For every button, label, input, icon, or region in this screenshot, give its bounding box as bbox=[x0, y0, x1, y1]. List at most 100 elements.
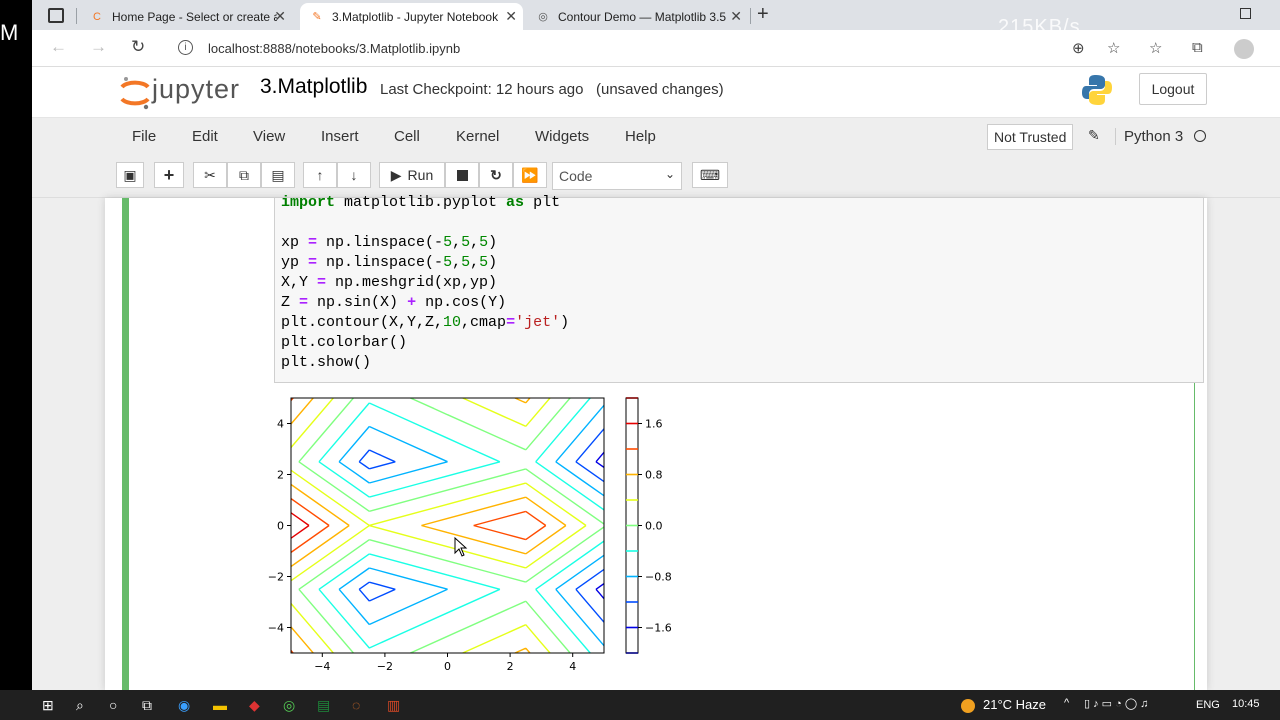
search-icon[interactable]: ⌕ bbox=[76, 697, 84, 714]
checkpoint-time: 12 hours ago bbox=[495, 81, 584, 98]
tab-contour-demo[interactable]: ◎ Contour Demo — Matplotlib 3.5 ✕ bbox=[526, 3, 748, 30]
play-icon: ▶ bbox=[390, 166, 402, 183]
app-icon[interactable]: ◆ bbox=[249, 697, 260, 714]
checkpoint-label: Last Checkpoint: bbox=[380, 81, 492, 98]
address-bar[interactable]: i localhost:8888/notebooks/3.Matplotlib.… bbox=[168, 34, 1108, 62]
menu-bar: File Edit View Insert Cell Kernel Widget… bbox=[32, 117, 1280, 156]
code-text[interactable]: import matplotlib.pyplot as plt xp = np.… bbox=[281, 193, 569, 373]
logout-button[interactable]: Logout bbox=[1139, 73, 1207, 105]
command-palette-button[interactable]: ⌨ bbox=[692, 162, 728, 188]
url-text[interactable]: localhost:8888/notebooks/3.Matplotlib.ip… bbox=[208, 41, 460, 56]
forward-icon[interactable]: → bbox=[90, 37, 107, 57]
colorbar-tick-label: −0.8 bbox=[645, 571, 672, 584]
colorbar-tick-label: 1.6 bbox=[645, 418, 663, 431]
menu-view[interactable]: View bbox=[253, 128, 285, 145]
restart-button[interactable]: ↻ bbox=[479, 162, 513, 188]
jupyter-logo-text[interactable]: jupyter bbox=[152, 74, 240, 105]
tray-chevron-icon[interactable]: ^ bbox=[1064, 697, 1069, 709]
excel-icon[interactable]: ▤ bbox=[317, 697, 330, 714]
colorbar-tick-label: 0.0 bbox=[645, 520, 663, 533]
menu-file[interactable]: File bbox=[132, 128, 156, 145]
weather-widget[interactable]: 21°C Haze bbox=[961, 697, 1046, 713]
collections-icon[interactable]: ⧉ bbox=[1192, 39, 1203, 56]
close-tab-icon[interactable]: ✕ bbox=[730, 8, 742, 25]
code-line: import matplotlib.pyplot as plt bbox=[281, 194, 561, 211]
contour-level bbox=[338, 404, 604, 647]
run-button[interactable]: ▶ Run bbox=[379, 162, 445, 188]
save-icon: ▣ bbox=[123, 166, 137, 183]
read-aloud-icon[interactable]: ☆ bbox=[1107, 39, 1120, 57]
cell-type-value: Code bbox=[559, 168, 593, 184]
favorites-icon[interactable]: ☆ bbox=[1149, 39, 1162, 57]
close-tab-icon[interactable]: ✕ bbox=[505, 8, 517, 25]
zoom-icon[interactable]: ⊕ bbox=[1072, 39, 1085, 57]
tab-jupyter-notebook[interactable]: ✎ 3.Matplotlib - Jupyter Notebook ✕ bbox=[300, 3, 523, 30]
left-edge-glyph: M bbox=[0, 20, 19, 45]
paste-button[interactable]: ▤ bbox=[261, 162, 295, 188]
file-explorer-icon[interactable]: ▬ bbox=[213, 697, 227, 713]
contour-plot: −4 −2 0 2 4 −4 −2 0 2 4 −1.6 −0.8 0.0 0.8 1.6 bbox=[268, 397, 672, 670]
x-tick-label: −4 bbox=[314, 660, 330, 670]
edge-icon[interactable]: ◉ bbox=[178, 697, 190, 714]
jupyter-taskbar-icon[interactable]: ◌ bbox=[352, 697, 360, 713]
python-logo-icon bbox=[1082, 75, 1112, 105]
restart-run-all-button[interactable]: ⏩ bbox=[513, 162, 547, 188]
new-tab-icon[interactable]: + bbox=[757, 3, 769, 26]
chevron-down-icon: ⌄ bbox=[664, 167, 675, 181]
fast-forward-icon: ⏩ bbox=[521, 166, 539, 183]
cortana-icon[interactable]: ○ bbox=[109, 697, 117, 713]
insert-cell-button[interactable]: + bbox=[154, 162, 184, 188]
tab-home-page[interactable]: C Home Page - Select or create a n ✕ bbox=[80, 3, 292, 30]
interrupt-button[interactable] bbox=[445, 162, 479, 188]
back-icon[interactable]: ← bbox=[50, 37, 67, 57]
restart-icon: ↻ bbox=[490, 166, 502, 183]
menu-kernel[interactable]: Kernel bbox=[456, 128, 499, 145]
not-trusted-button[interactable]: Not Trusted bbox=[987, 124, 1074, 150]
powerpoint-icon[interactable]: ▥ bbox=[387, 697, 400, 714]
window-restore-icon[interactable] bbox=[1240, 8, 1251, 19]
y-tick-label: 2 bbox=[277, 469, 284, 482]
tray-icons[interactable]: ▯ ♪ ▭ ◔ ◯ ♫ bbox=[1084, 697, 1148, 710]
x-tick-label: 2 bbox=[507, 660, 514, 670]
site-info-icon[interactable]: i bbox=[178, 40, 193, 55]
menu-insert[interactable]: Insert bbox=[321, 128, 359, 145]
menu-help[interactable]: Help bbox=[625, 128, 656, 145]
menu-widgets[interactable]: Widgets bbox=[535, 128, 589, 145]
code-line: Z = np.sin(X) + np.cos(Y) bbox=[281, 294, 507, 311]
kernel-status-icon bbox=[1194, 130, 1206, 142]
run-label: Run bbox=[407, 167, 434, 183]
jupyter-header: jupyter 3.Matplotlib Last Checkpoint: 12… bbox=[32, 67, 1280, 117]
chrome-icon[interactable]: ◎ bbox=[283, 697, 295, 714]
language-indicator[interactable]: ENG bbox=[1196, 699, 1220, 711]
arrow-up-icon: ↑ bbox=[316, 167, 324, 183]
notebook-toolbar: ▣ + ✂ ⧉ ▤ ↑ ↓ ▶ Run ↻ ⏩ Code ⌄ ⌨ bbox=[32, 155, 1280, 198]
clock[interactable]: 10:45 bbox=[1232, 698, 1260, 710]
kernel-name: Python 3 bbox=[1115, 128, 1183, 145]
save-button[interactable]: ▣ bbox=[116, 162, 144, 188]
reload-icon[interactable]: ↻ bbox=[131, 37, 145, 57]
scissors-icon: ✂ bbox=[204, 166, 216, 183]
code-line: yp = np.linspace(-5,5,5) bbox=[281, 254, 498, 271]
contour-lines bbox=[291, 398, 604, 653]
cut-button[interactable]: ✂ bbox=[193, 162, 227, 188]
tab-actions-icon[interactable] bbox=[48, 8, 64, 23]
windows-start-icon[interactable]: ⊞ bbox=[42, 697, 54, 714]
notebook-name[interactable]: 3.Matplotlib bbox=[260, 75, 367, 99]
copy-button[interactable]: ⧉ bbox=[227, 162, 261, 188]
contour-level bbox=[291, 512, 310, 539]
contour-level bbox=[291, 398, 567, 653]
profile-avatar[interactable] bbox=[1234, 39, 1254, 59]
close-tab-icon[interactable]: ✕ bbox=[274, 8, 286, 25]
code-editor[interactable]: import matplotlib.pyplot as plt xp = np.… bbox=[274, 194, 1204, 383]
cell-type-select[interactable]: Code ⌄ bbox=[552, 162, 682, 190]
copy-icon: ⧉ bbox=[239, 166, 249, 183]
move-down-button[interactable]: ↓ bbox=[337, 162, 371, 188]
move-up-button[interactable]: ↑ bbox=[303, 162, 337, 188]
menu-cell[interactable]: Cell bbox=[394, 128, 420, 145]
notebook-favicon-icon: ✎ bbox=[312, 11, 322, 23]
pencil-icon[interactable]: ✎ bbox=[1088, 127, 1100, 144]
sun-icon bbox=[961, 698, 975, 713]
code-line: plt.show() bbox=[281, 354, 372, 371]
task-view-icon[interactable]: ⧉ bbox=[142, 697, 152, 714]
menu-edit[interactable]: Edit bbox=[192, 128, 218, 145]
